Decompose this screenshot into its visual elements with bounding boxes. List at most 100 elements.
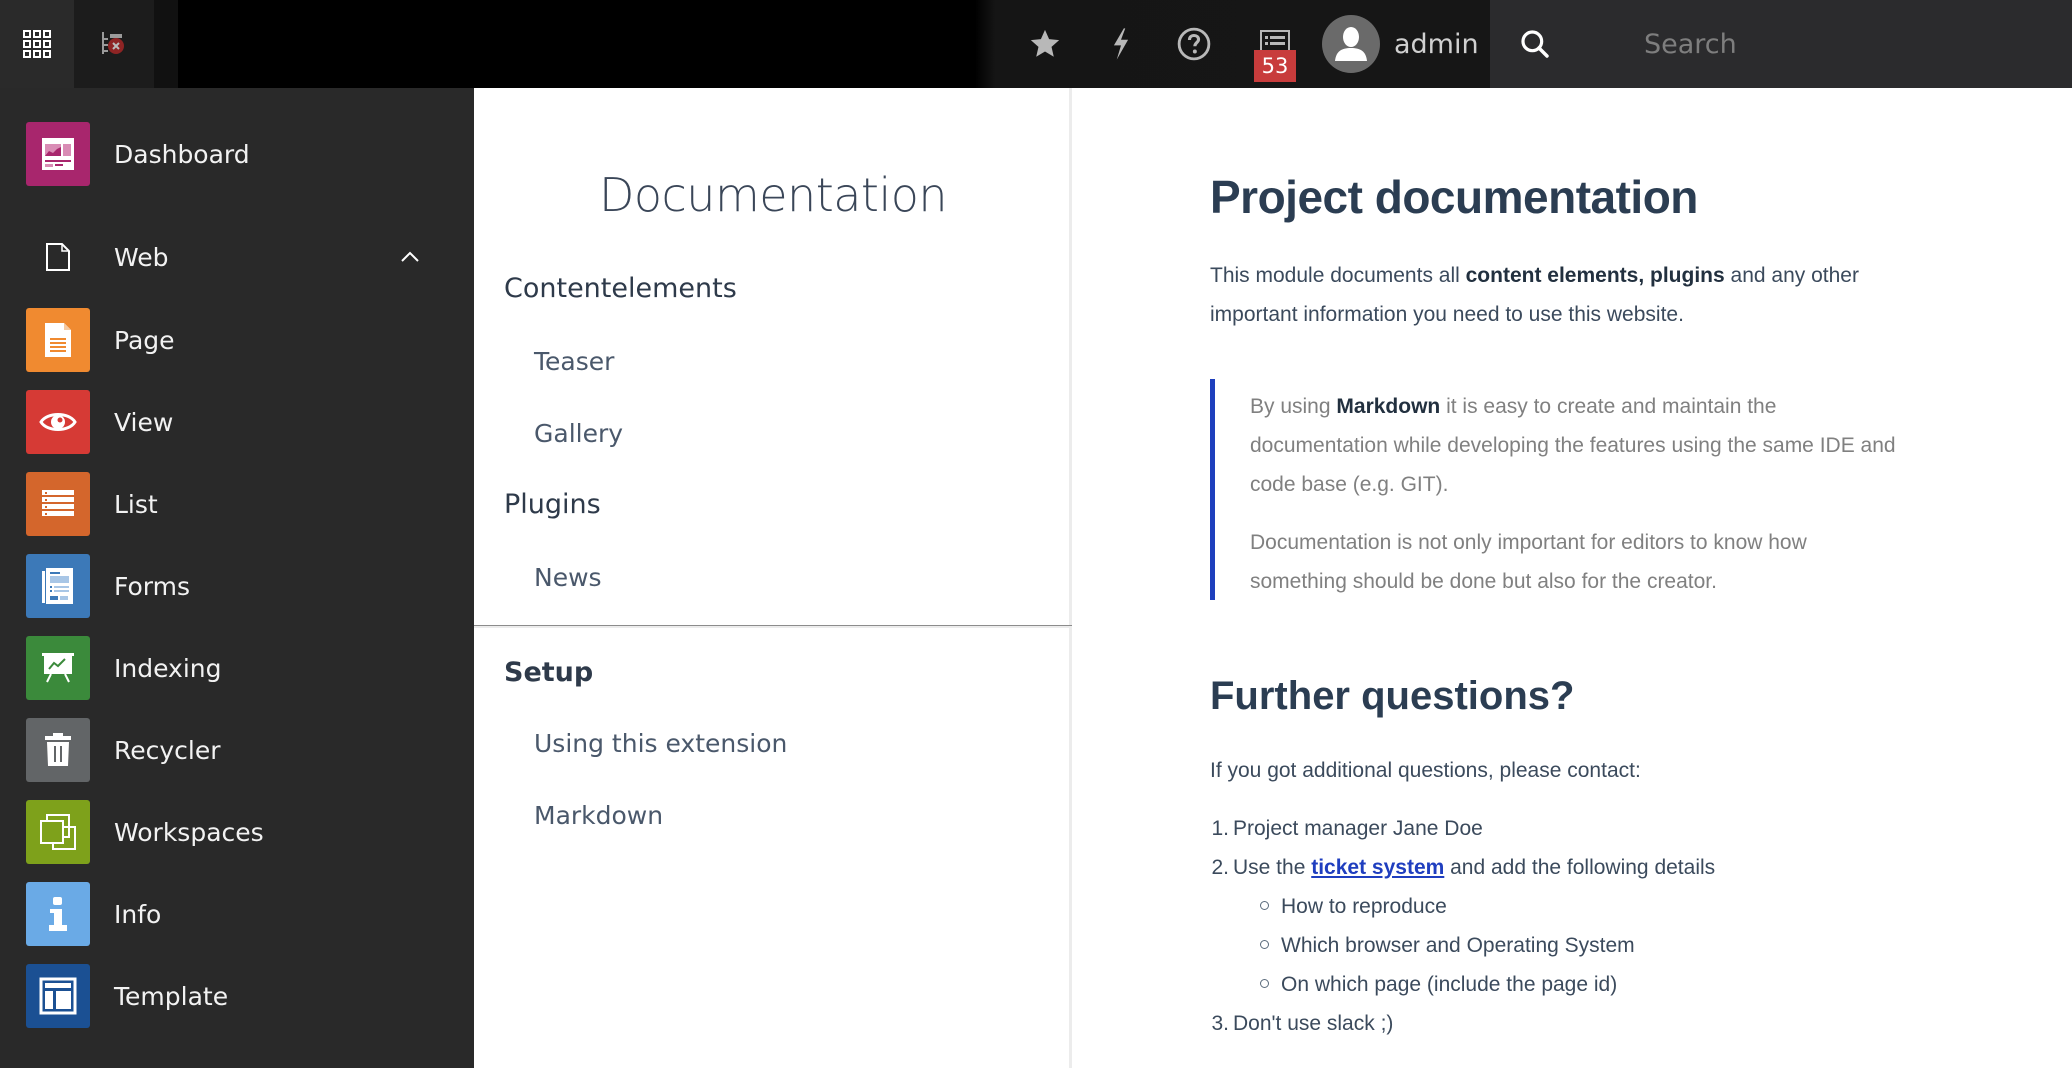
forms-icon (26, 554, 90, 618)
contact-intro: If you got additional questions, please … (1210, 759, 1641, 782)
search-icon (1521, 30, 1549, 58)
blockquote-paragraph-2: Documentation is not only important for … (1250, 523, 1970, 601)
sidebar-item-label: Dashboard (114, 139, 250, 169)
star-icon (1030, 29, 1060, 57)
sidebar-item-label: View (114, 407, 174, 437)
nav-section-contentelements[interactable]: Contentelements (504, 273, 737, 304)
nav-item-teaser[interactable]: Teaser (534, 347, 614, 376)
list-item-text: Project manager Jane Doe (1233, 817, 1483, 840)
intro-separator: , (1638, 264, 1651, 287)
circle-bullet-icon (1260, 939, 1269, 949)
template-icon (26, 964, 90, 1028)
nav-item-gallery[interactable]: Gallery (534, 419, 623, 448)
blockquote-text: something should be done but also for th… (1250, 570, 1717, 593)
nav-section-setup[interactable]: Setup (504, 657, 593, 688)
module-menu-toggle-button[interactable] (0, 0, 74, 88)
blockquote-paragraph-1: By using Markdown it is easy to create a… (1250, 387, 1970, 504)
bookmarks-button[interactable] (1017, 0, 1073, 88)
list-item: 2. Use the ticket system and add the foll… (1203, 856, 1715, 880)
module-sidebar: Dashboard Web Page View List Forms Index… (0, 88, 474, 1068)
intro-text: This module documents all (1210, 264, 1466, 287)
search-area (1490, 0, 2072, 88)
ticket-system-link[interactable]: ticket system (1311, 856, 1444, 879)
sub-list-item: How to reproduce (1260, 895, 1447, 919)
list-item: 3. Don't use slack ;) (1203, 1012, 1393, 1036)
blockquote-text: By using (1250, 395, 1337, 418)
tree-toggle-button[interactable] (74, 0, 154, 88)
sidebar-item-label: Forms (114, 571, 191, 601)
nav-item-using-this-extension[interactable]: Using this extension (534, 729, 787, 758)
nav-divider (474, 625, 1072, 628)
bolt-icon (1113, 28, 1129, 60)
sidebar-item-page[interactable]: Page (0, 308, 474, 372)
circle-bullet-icon (1260, 978, 1269, 988)
blockquote-text: Documentation is not only important for … (1250, 531, 1807, 554)
blockquote-bold-markdown: Markdown (1336, 395, 1441, 418)
chevron-up-icon[interactable] (398, 245, 422, 269)
intro-paragraph: This module documents all content elemen… (1210, 256, 1859, 334)
sidebar-item-view[interactable]: View (0, 390, 474, 454)
sidebar-item-label: Workspaces (114, 817, 264, 847)
section-heading: Further questions? (1210, 674, 1575, 718)
sidebar-item-template[interactable]: Template (0, 964, 474, 1028)
list-item-text: Don't use slack ;) (1233, 1012, 1394, 1035)
help-button[interactable] (1166, 0, 1222, 88)
blockquote-text: documentation while developing the featu… (1250, 434, 1896, 457)
blockquote: By using Markdown it is easy to create a… (1210, 379, 1960, 600)
sub-list-item-text: How to reproduce (1281, 895, 1447, 918)
eye-icon (26, 390, 90, 454)
sidebar-item-forms[interactable]: Forms (0, 554, 474, 618)
search-input[interactable] (1644, 22, 2054, 66)
nav-item-markdown[interactable]: Markdown (534, 801, 663, 830)
intro-text: important information you need to use th… (1210, 303, 1684, 326)
list-item-text: and add the following details (1444, 856, 1716, 879)
list-number: 2. (1211, 856, 1229, 879)
indexing-chart-icon (26, 636, 90, 700)
circle-bullet-icon (1260, 900, 1269, 910)
sidebar-item-workspaces[interactable]: Workspaces (0, 800, 474, 864)
trash-icon (26, 718, 90, 782)
sidebar-item-list[interactable]: List (0, 472, 474, 536)
page-icon (26, 308, 90, 372)
sidebar-item-label: Recycler (114, 735, 221, 765)
search-button[interactable] (1510, 0, 1560, 88)
nav-item-news[interactable]: News (534, 563, 602, 592)
username: admin (1394, 28, 1479, 60)
dashboard-icon (26, 122, 90, 186)
blockquote-text: it is easy to create and maintain the (1440, 395, 1777, 418)
sidebar-item-label: Web (114, 242, 169, 272)
page-title: Project documentation (1210, 171, 1698, 223)
clear-cache-icon (102, 32, 124, 54)
list-number: 1. (1211, 817, 1229, 840)
intro-bold-plugins: plugins (1650, 264, 1725, 287)
sidebar-item-dashboard[interactable]: Dashboard (0, 122, 474, 186)
documentation-content: Project documentation This module docume… (1075, 88, 2072, 1068)
sidebar-group-web[interactable]: Web (0, 225, 474, 289)
sidebar-item-recycler[interactable]: Recycler (0, 718, 474, 782)
sidebar-item-indexing[interactable]: Indexing (0, 636, 474, 700)
sidebar-item-label: List (114, 489, 158, 519)
list-module-icon (26, 472, 90, 536)
sidebar-item-label: Template (114, 981, 229, 1011)
intro-bold-content-elements: content elements (1465, 264, 1639, 287)
sidebar-item-label: Info (114, 899, 162, 929)
workspaces-icon (26, 800, 90, 864)
info-icon (26, 882, 90, 946)
list-item-text: Use the (1233, 856, 1312, 879)
nav-section-plugins[interactable]: Plugins (504, 489, 601, 520)
topbar-divider (154, 0, 178, 88)
sidebar-item-info[interactable]: Info (0, 882, 474, 946)
sidebar-item-label: Page (114, 325, 175, 355)
top-bar: 53 admin (0, 0, 2072, 88)
sidebar-item-label: Indexing (114, 653, 222, 683)
documentation-title: Documentation (598, 168, 948, 222)
sub-list-item-text: On which page (include the page id) (1281, 973, 1618, 996)
user-menu-button[interactable]: admin (1322, 0, 1479, 88)
list-number: 3. (1211, 1012, 1229, 1035)
sub-list-item: Which browser and Operating System (1260, 934, 1635, 958)
documentation-nav-panel: Documentation Contentelements Teaser Gal… (474, 88, 1072, 1068)
grid-icon (23, 30, 51, 58)
blockquote-text: code base (e.g. GIT). (1250, 473, 1449, 496)
sub-list-item-text: Which browser and Operating System (1281, 934, 1635, 957)
clear-cache-button[interactable] (1093, 0, 1149, 88)
